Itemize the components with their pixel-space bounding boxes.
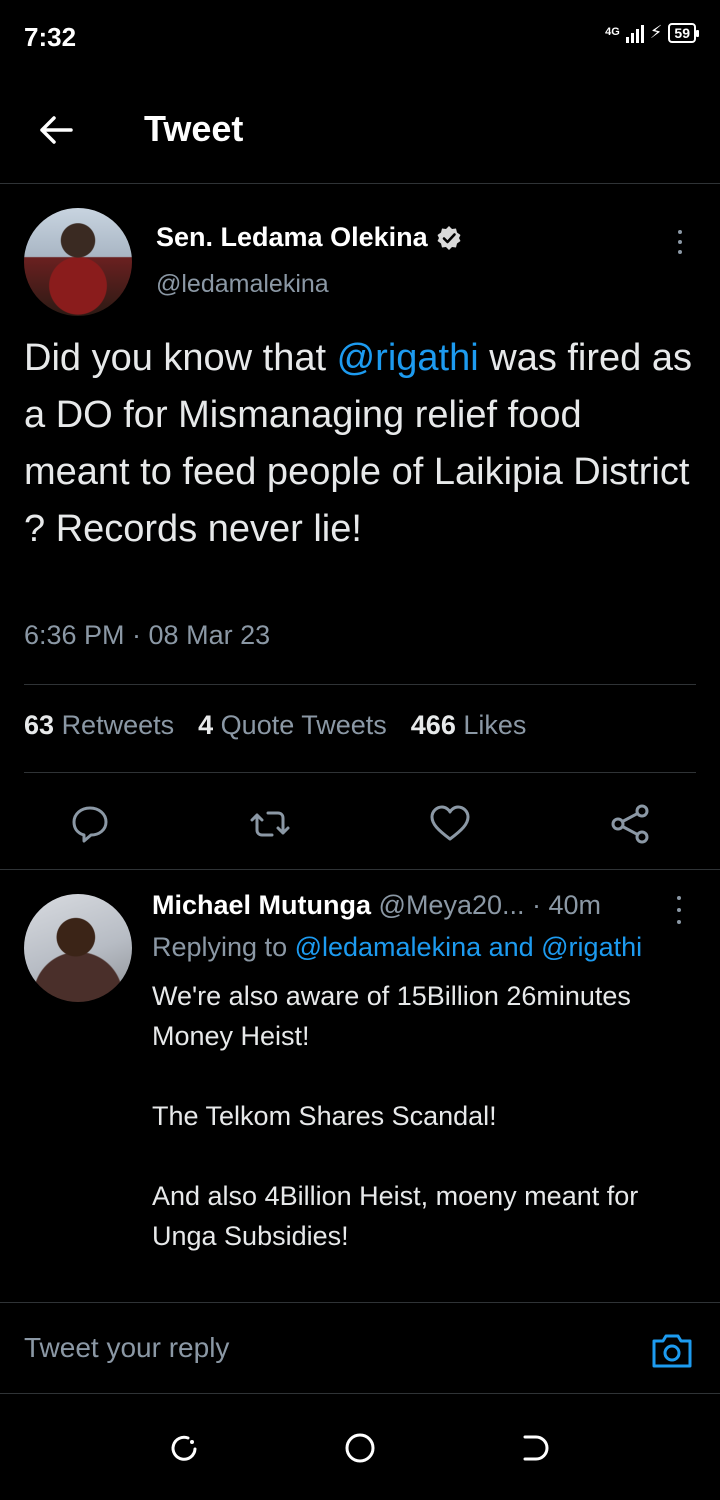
reply-more-options-icon[interactable]	[674, 896, 684, 924]
app-header: Tweet	[0, 76, 720, 184]
page-title: Tweet	[144, 108, 244, 149]
quote-tweets-stat[interactable]: 4 Quote Tweets	[198, 710, 387, 741]
retweets-stat[interactable]: 63 Retweets	[24, 710, 174, 741]
tweet-timestamp: 6:36 PM · 08 Mar 23	[24, 620, 271, 650]
engagement-stats: 63 Retweets 4 Quote Tweets 466 Likes	[24, 710, 526, 741]
author-avatar[interactable]	[24, 208, 132, 316]
retweets-count: 63	[24, 710, 55, 740]
retweets-label: Retweets	[61, 710, 175, 740]
quote-tweets-label: Quote Tweets	[220, 710, 387, 740]
arrow-left-icon	[40, 116, 73, 144]
heart-icon[interactable]	[428, 802, 472, 846]
quote-tweets-count: 4	[198, 710, 214, 740]
recent-apps-icon[interactable]	[168, 1432, 200, 1464]
share-icon[interactable]	[608, 802, 652, 846]
reply-author-handle[interactable]: @Meya20...	[379, 890, 525, 920]
back-nav-icon[interactable]	[520, 1432, 552, 1464]
author-name: Sen. Ledama Olekina	[156, 222, 428, 252]
charging-icon: ⚡	[649, 22, 663, 42]
tweet-text: Did you know that @rigathi was fired as …	[24, 330, 694, 558]
home-icon[interactable]	[344, 1432, 376, 1464]
reply-icon[interactable]	[68, 802, 112, 846]
reply-text: We're also aware of 15Billion 26minutes …	[152, 976, 697, 1256]
likes-label: Likes	[463, 710, 527, 740]
retweet-icon[interactable]	[248, 802, 292, 846]
divider	[24, 684, 696, 685]
mention-link[interactable]: @rigathi	[337, 337, 479, 379]
status-icons: 4G ⚡ 59	[605, 22, 699, 43]
reply-header: Michael Mutunga @Meya20... · 40m	[152, 890, 601, 921]
system-nav-bar	[0, 1394, 720, 1500]
reply-paragraph: The Telkom Shares Scandal!	[152, 1101, 497, 1131]
network-type-icon: 4G	[605, 26, 620, 38]
divider	[24, 772, 696, 773]
replying-to-mentions[interactable]: @ledamalekina and @rigathi	[295, 932, 643, 962]
tweet-actions	[0, 788, 720, 868]
verified-badge-icon	[437, 225, 461, 250]
status-bar: 7:32 4G ⚡ 59	[0, 0, 720, 76]
replying-to-label: Replying to	[152, 932, 295, 962]
reply-author-name[interactable]: Michael Mutunga	[152, 890, 371, 920]
reply-author-avatar[interactable]	[24, 894, 132, 1002]
reply-input[interactable]	[24, 1323, 624, 1373]
camera-icon[interactable]	[650, 1331, 694, 1371]
back-button[interactable]	[32, 106, 80, 154]
status-time: 7:32	[24, 22, 77, 52]
reply-paragraph: And also 4Billion Heist, moeny meant for…	[152, 1181, 639, 1251]
battery-icon: 59	[668, 22, 699, 43]
tweet-text-start: Did you know that	[24, 337, 337, 379]
author-name-row[interactable]: Sen. Ledama Olekina	[156, 222, 462, 253]
likes-count: 466	[410, 710, 456, 740]
more-options-icon[interactable]	[670, 230, 690, 254]
reply-paragraph: We're also aware of 15Billion 26minutes …	[152, 981, 631, 1051]
reply-age: · 40m	[524, 890, 602, 920]
divider	[0, 869, 720, 870]
signal-strength-icon	[625, 23, 644, 43]
replying-to: Replying to @ledamalekina and @rigathi	[152, 932, 642, 963]
likes-stat[interactable]: 466 Likes	[411, 710, 527, 741]
author-handle[interactable]: @ledamalekina	[156, 270, 329, 299]
reply-composer	[0, 1302, 720, 1394]
